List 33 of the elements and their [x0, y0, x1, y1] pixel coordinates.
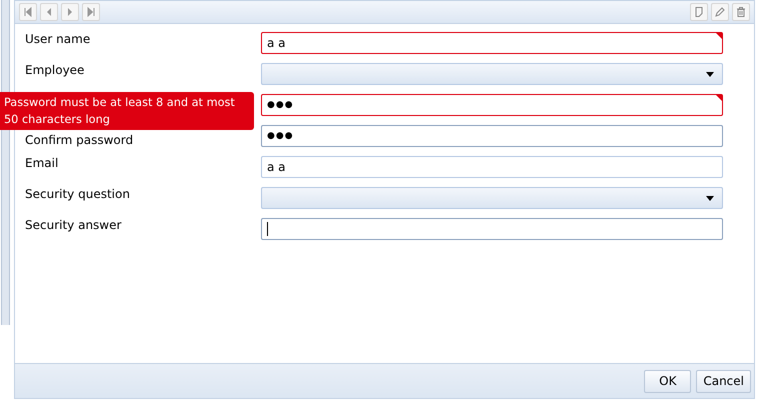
password-field[interactable]: ●●●: [261, 125, 723, 147]
cancel-button[interactable]: Cancel: [696, 370, 751, 392]
caret-icon: [706, 196, 714, 200]
error-tooltip: Password must be at least 8 and at most 50 characters long: [0, 92, 254, 130]
pencil-button[interactable]: [711, 3, 729, 21]
last-page-button[interactable]: [82, 3, 100, 21]
input-field[interactable]: a a: [261, 32, 723, 54]
ok-button[interactable]: OK: [644, 370, 692, 392]
field-label: Security question: [25, 187, 130, 201]
last-page-icon: [85, 6, 97, 18]
first-page-icon: [22, 6, 34, 18]
field-label: User name: [25, 32, 90, 46]
dropdown-field[interactable]: [261, 187, 723, 209]
previous-button[interactable]: [40, 3, 58, 21]
caret-icon: [706, 72, 714, 76]
input-field[interactable]: [261, 218, 723, 240]
pencil-icon: [714, 6, 726, 18]
password-field[interactable]: ●●●: [261, 94, 723, 116]
error-marker-icon: [716, 33, 722, 39]
trash-icon: [735, 6, 747, 18]
input-field[interactable]: a a: [261, 156, 723, 178]
field-label: Email: [25, 156, 58, 170]
text-cursor: [267, 222, 268, 236]
field-label: Confirm password: [25, 133, 134, 147]
field-label: Employee: [25, 63, 84, 77]
document-icon: [693, 6, 705, 18]
error-marker-icon: [716, 95, 722, 101]
dropdown-field[interactable]: [261, 63, 723, 85]
field-label: Security answer: [25, 218, 122, 232]
next-button[interactable]: [61, 3, 79, 21]
document-button[interactable]: [690, 3, 708, 21]
first-page-button[interactable]: [19, 3, 37, 21]
trash-button[interactable]: [732, 3, 750, 21]
